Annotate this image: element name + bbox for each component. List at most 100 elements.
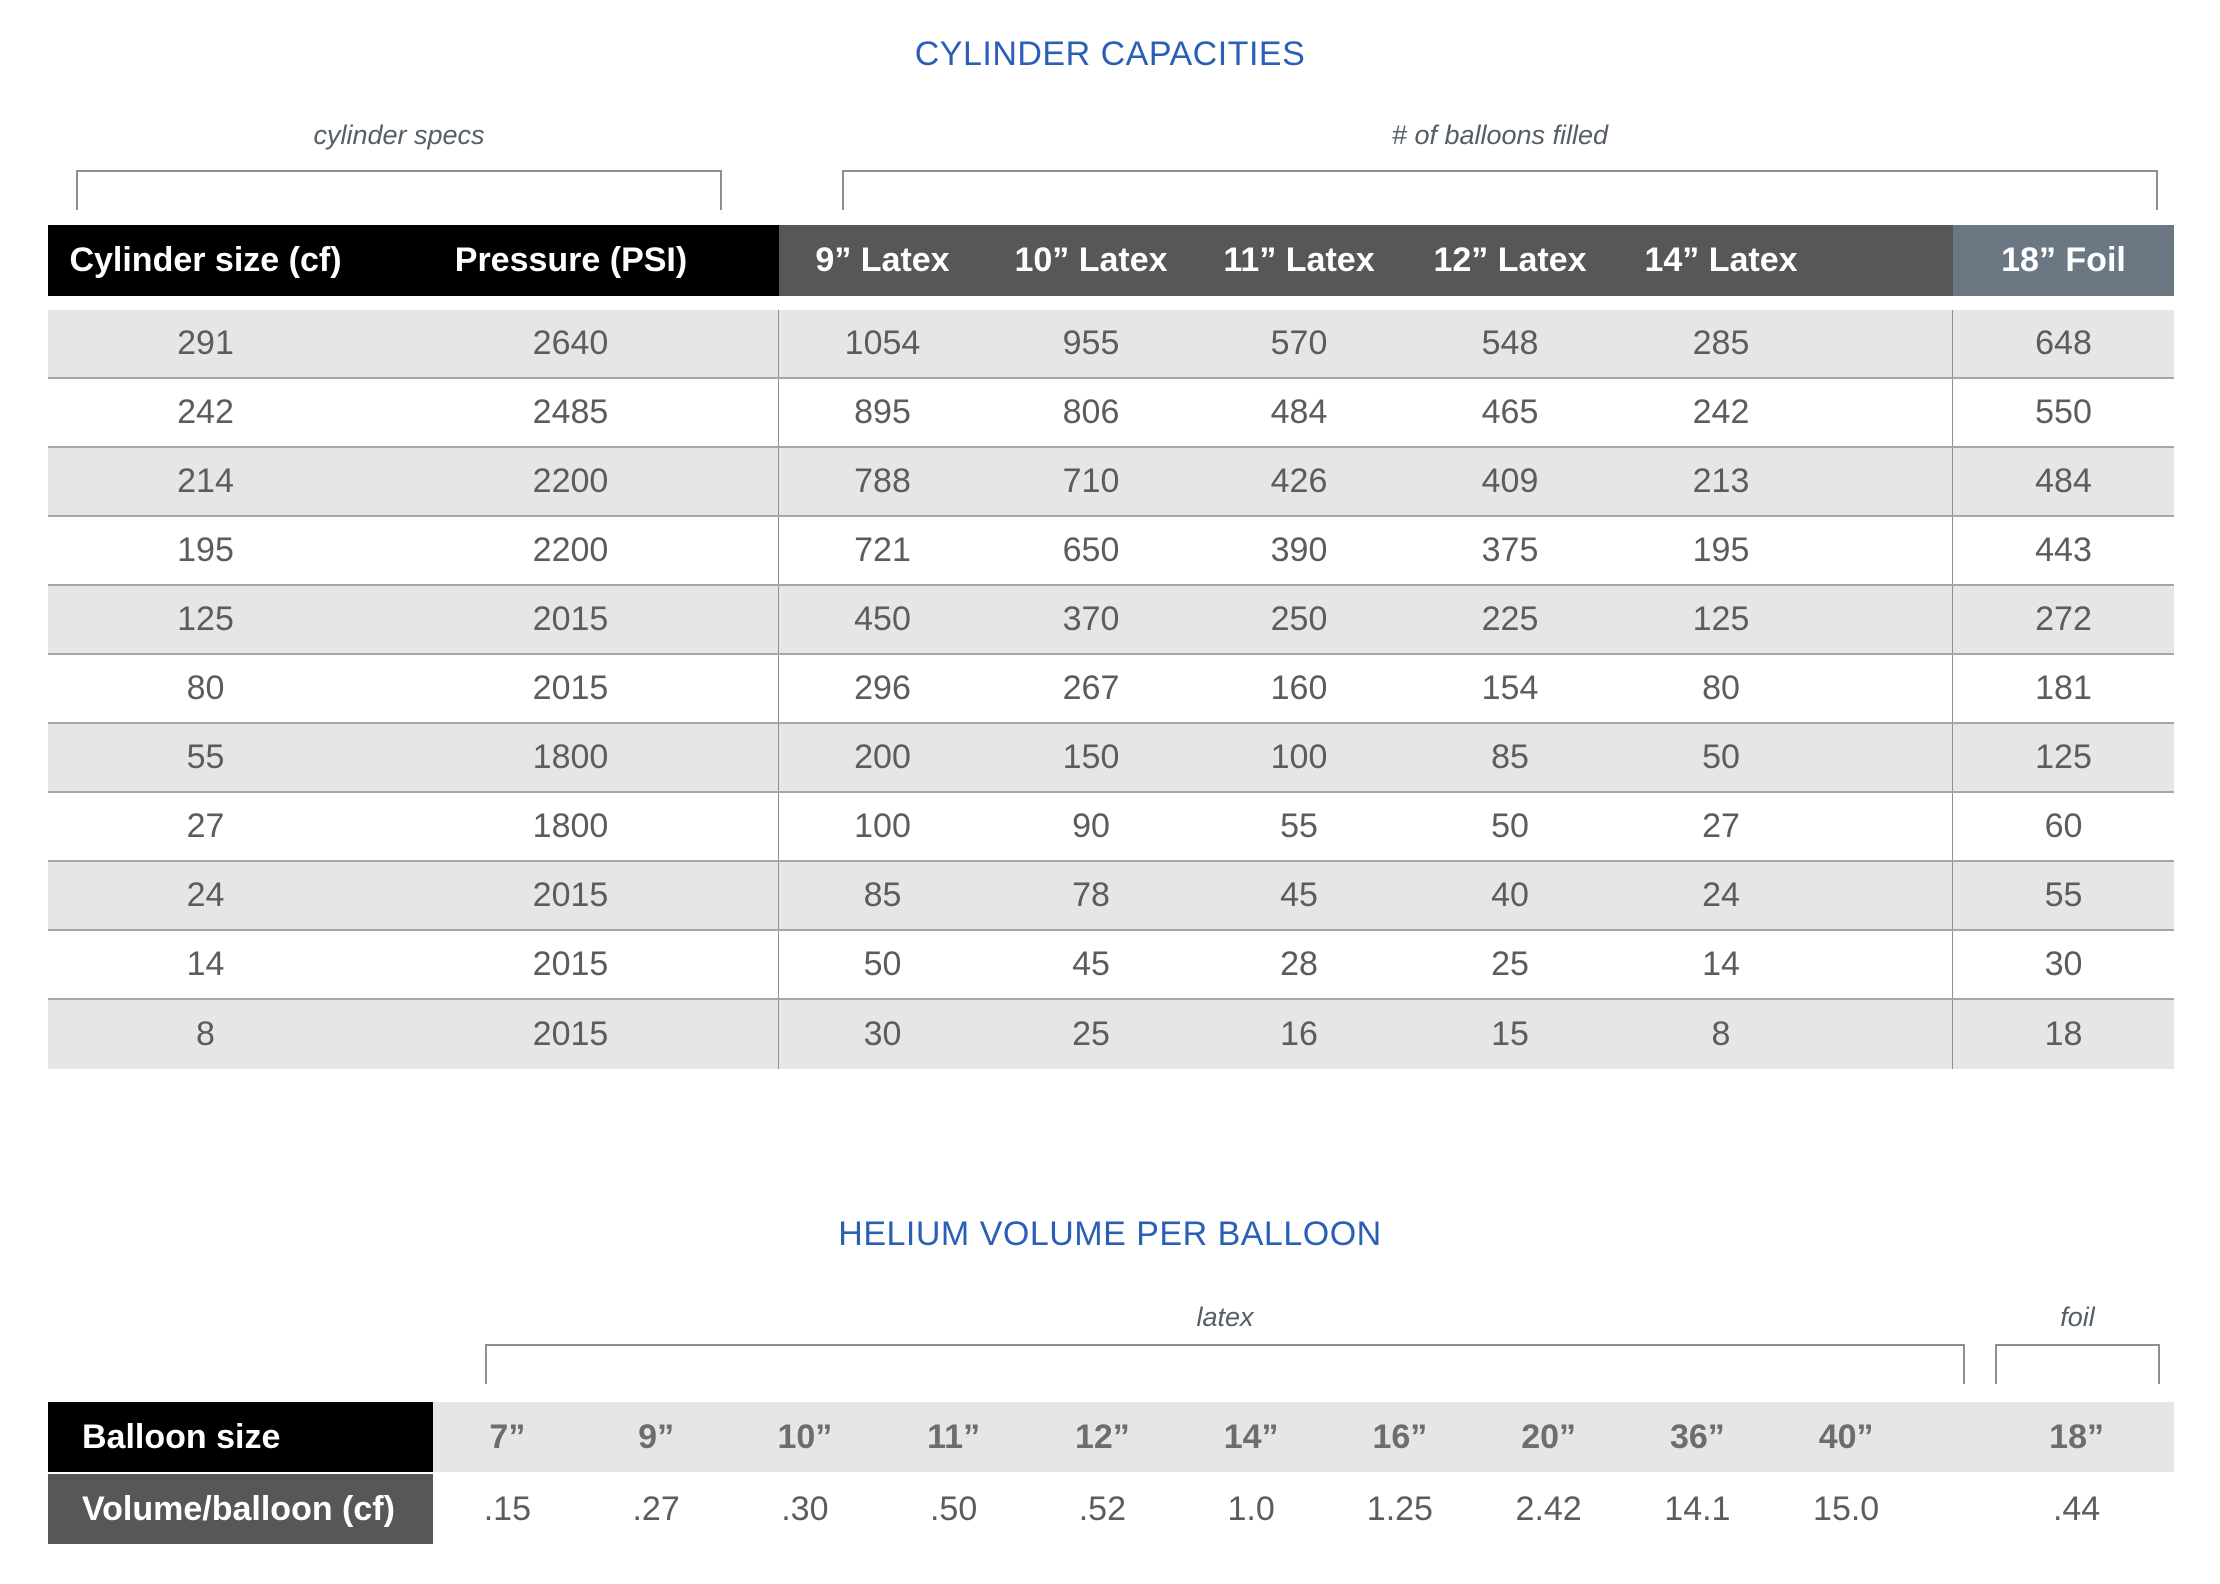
foil-18-cell: 272 bbox=[2035, 600, 2092, 638]
latex-14-cell: 14 bbox=[1702, 945, 1740, 983]
table-row: 27 1800 100 90 55 50 27 60 bbox=[48, 793, 2174, 862]
table-body: 291 2640 1054 955 570 548 285 648 242 2485 895 806 4… bbox=[48, 310, 2174, 1069]
cylinder-size-cell: 195 bbox=[177, 531, 234, 569]
volume-cell: 14.1 bbox=[1664, 1489, 1731, 1528]
latex-12-cell: 375 bbox=[1481, 531, 1539, 569]
table-row: 291 2640 1054 955 570 548 285 648 bbox=[48, 310, 2174, 379]
foil-18-cell: 550 bbox=[2035, 393, 2092, 431]
latex-14-cell: 285 bbox=[1692, 324, 1750, 362]
cylinder-size-cell: 27 bbox=[186, 807, 225, 845]
volume-title: HELIUM VOLUME PER BALLOON bbox=[838, 1215, 1382, 1253]
pressure-cell: 2485 bbox=[363, 379, 779, 446]
group-label-foil: foil bbox=[2060, 1302, 2095, 1332]
latex-9-cell: 85 bbox=[863, 876, 902, 914]
latex-9-cell: 200 bbox=[854, 738, 911, 776]
pressure-cell: 2015 bbox=[363, 1000, 779, 1069]
foil-18-cell: 181 bbox=[2035, 669, 2092, 707]
foil-18-cell: 125 bbox=[2035, 738, 2092, 776]
group-label-cylinder-specs: cylinder specs bbox=[313, 120, 485, 150]
latex-10-cell: 806 bbox=[1062, 393, 1120, 431]
latex-10-cell: 710 bbox=[1062, 462, 1120, 500]
latex-9-cell: 721 bbox=[854, 531, 911, 569]
pressure-cell: 2200 bbox=[363, 517, 779, 584]
spacer-cell bbox=[1824, 586, 1953, 653]
latex-11-cell: 426 bbox=[1270, 462, 1328, 500]
latex-9-cell: 30 bbox=[863, 1015, 902, 1053]
spacer-cell bbox=[1824, 448, 1953, 515]
latex-11-cell: 28 bbox=[1280, 945, 1318, 983]
balloon-size-label: Balloon size bbox=[48, 1402, 433, 1472]
group-label-latex: latex bbox=[1196, 1302, 1254, 1332]
table-row: 242 2485 895 806 484 465 242 550 bbox=[48, 379, 2174, 448]
header-14-latex: 14” Latex bbox=[1618, 225, 1824, 296]
latex-12-cell: 40 bbox=[1491, 876, 1529, 914]
header-18-foil: 18” Foil bbox=[1953, 225, 2174, 296]
balloon-size-cell: 7” bbox=[489, 1417, 526, 1456]
latex-10-cell: 650 bbox=[1062, 531, 1120, 569]
latex-9-cell: 450 bbox=[854, 600, 911, 638]
volume-cell: 2.42 bbox=[1515, 1489, 1582, 1528]
latex-11-cell: 390 bbox=[1270, 531, 1328, 569]
volume-per-balloon-row: Volume/balloon (cf) .15 .27 .30 .50 .52 1.0 1.… bbox=[48, 1474, 2174, 1544]
cylinder-size-cell: 24 bbox=[186, 876, 225, 914]
volume-cell: .30 bbox=[781, 1489, 829, 1528]
latex-10-cell: 955 bbox=[1062, 324, 1120, 362]
latex-11-cell: 45 bbox=[1280, 876, 1318, 914]
spacer-cell bbox=[1824, 310, 1953, 377]
latex-10-cell: 25 bbox=[1072, 1015, 1110, 1053]
foil-18-cell: 648 bbox=[2035, 324, 2092, 362]
foil-18-cell: 18 bbox=[2044, 1015, 2083, 1053]
latex-14-cell: 50 bbox=[1702, 738, 1740, 776]
latex-11-cell: 160 bbox=[1270, 669, 1328, 707]
balloon-size-cell: 20” bbox=[1521, 1417, 1577, 1456]
spacer-cell bbox=[1921, 1402, 1980, 1472]
latex-11-cell: 100 bbox=[1270, 738, 1328, 776]
spacer-cell bbox=[1921, 1474, 1980, 1544]
pressure-cell: 2015 bbox=[363, 931, 779, 998]
spacer-cell bbox=[1824, 931, 1953, 998]
latex-12-cell: 225 bbox=[1481, 600, 1539, 638]
spacer-cell bbox=[1824, 724, 1953, 791]
pressure-cell: 2015 bbox=[363, 586, 779, 653]
volume-values: .15 .27 .30 .50 .52 1.0 1.25 2.42 14.1 15.0 .44 bbox=[433, 1474, 2174, 1544]
balloon-size-cell: 16” bbox=[1372, 1417, 1428, 1456]
bracket-latex bbox=[485, 1344, 1965, 1384]
balloon-size-row: Balloon size 7” 9” 10” 11” 12” 14” 16” 20” 36” 40… bbox=[48, 1402, 2174, 1472]
volume-cell: .52 bbox=[1078, 1489, 1126, 1528]
latex-12-cell: 548 bbox=[1481, 324, 1539, 362]
pressure-cell: 2015 bbox=[363, 862, 779, 929]
table-row: 55 1800 200 150 100 85 50 125 bbox=[48, 724, 2174, 793]
table-row: 8 2015 30 25 16 15 8 18 bbox=[48, 1000, 2174, 1069]
balloon-size-cell: 11” bbox=[927, 1417, 981, 1456]
latex-12-cell: 50 bbox=[1491, 807, 1529, 845]
latex-10-cell: 370 bbox=[1062, 600, 1120, 638]
balloon-size-cell: 36” bbox=[1669, 1417, 1725, 1456]
latex-11-cell: 484 bbox=[1270, 393, 1328, 431]
latex-9-cell: 1054 bbox=[844, 324, 921, 362]
latex-14-cell: 8 bbox=[1711, 1015, 1731, 1053]
balloon-size-cell: 14” bbox=[1223, 1417, 1279, 1456]
pressure-cell: 2640 bbox=[363, 310, 779, 377]
volume-cell: 1.25 bbox=[1366, 1489, 1433, 1528]
foil-18-cell: 443 bbox=[2035, 531, 2092, 569]
spacer-cell bbox=[1824, 379, 1953, 446]
volume-cell: .50 bbox=[929, 1489, 978, 1528]
latex-14-cell: 80 bbox=[1702, 669, 1740, 707]
latex-11-cell: 570 bbox=[1270, 324, 1328, 362]
bracket-cylinder-specs bbox=[76, 170, 722, 210]
latex-11-cell: 16 bbox=[1280, 1015, 1318, 1053]
latex-14-cell: 195 bbox=[1692, 531, 1750, 569]
table-row: 14 2015 50 45 28 25 14 30 bbox=[48, 931, 2174, 1000]
latex-10-cell: 150 bbox=[1062, 738, 1120, 776]
cylinder-size-cell: 214 bbox=[177, 462, 234, 500]
latex-10-cell: 78 bbox=[1072, 876, 1110, 914]
header-pressure: Pressure (PSI) bbox=[363, 225, 779, 296]
latex-14-cell: 27 bbox=[1702, 807, 1740, 845]
latex-14-cell: 24 bbox=[1702, 876, 1740, 914]
spacer-cell bbox=[1824, 862, 1953, 929]
spacer-cell bbox=[1824, 517, 1953, 584]
table-row: 125 2015 450 370 250 225 125 272 bbox=[48, 586, 2174, 655]
pressure-cell: 1800 bbox=[363, 793, 779, 860]
volume-per-balloon-label: Volume/balloon (cf) bbox=[48, 1474, 433, 1544]
volume-cell: .15 bbox=[483, 1489, 531, 1528]
